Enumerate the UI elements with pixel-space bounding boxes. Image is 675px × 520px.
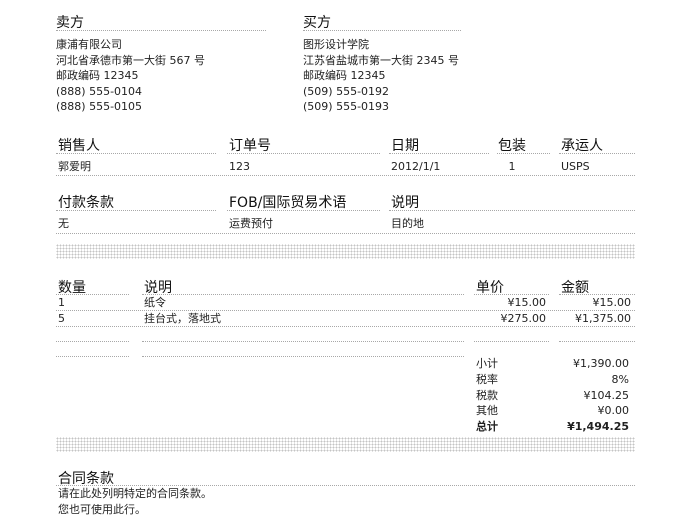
row-description: 挂台式，落地式 [144,312,221,325]
total-label: 总计 [476,420,498,433]
row-quantity: 1 [58,296,65,309]
fob-label: FOB/国际贸易术语 [229,195,347,211]
seller-line: 康浦有限公司 [56,38,122,51]
carrier-label: 承运人 [561,138,603,154]
divider [474,341,549,342]
buyer-divider [303,30,461,31]
divider [559,153,635,154]
separator-band [56,244,635,259]
contract-terms-line-2: 您也可使用此行。 [58,503,146,516]
seller-address: 康浦有限公司 河北省承德市第一大街 567 号 邮政编码 12345 (888)… [56,37,205,115]
divider [227,153,380,154]
divider [56,341,129,342]
row-unit-price: ¥275.00 [500,312,547,325]
date-label: 日期 [391,138,419,154]
row-unit-price: ¥15.00 [507,296,547,309]
notes-value: 目的地 [391,217,424,230]
divider [559,341,635,342]
row-amount: ¥15.00 [592,296,632,309]
table-row: 5 挂台式，落地式 ¥275.00 ¥1,375.00 [0,311,675,327]
seller-divider [56,30,266,31]
fob-value: 运费预付 [229,217,273,230]
notes-label: 说明 [391,195,419,211]
other-label: 其他 [476,404,498,417]
row-description: 纸令 [144,296,166,309]
order-number-value: 123 [229,160,250,173]
divider [389,210,635,211]
divider [56,153,216,154]
subtotal-label: 小计 [476,357,498,370]
payment-terms-value: 无 [58,217,69,230]
package-label: 包装 [498,138,526,154]
buyer-line: (509) 555-0193 [303,100,390,113]
seller-line: 邮政编码 12345 [56,69,139,82]
divider [142,356,464,357]
date-value: 2012/1/1 [391,160,441,173]
row-amount: ¥1,375.00 [575,312,631,325]
seller-line: (888) 555-0105 [56,100,143,113]
table-row: 1 纸令 ¥15.00 ¥15.00 [0,295,675,311]
divider [56,356,129,357]
payment-terms-label: 付款条款 [58,195,114,211]
divider [56,233,635,234]
seller-line: 河北省承德市第一大街 567 号 [56,53,205,67]
tax-value: ¥104.25 [583,389,630,402]
buyer-line: 邮政编码 12345 [303,69,386,82]
divider [389,153,489,154]
seller-heading: 卖方 [56,15,84,31]
other-value: ¥0.00 [597,404,630,417]
separator-band [56,437,635,452]
total-value: ¥1,494.25 [567,420,629,433]
divider [56,210,216,211]
contract-terms-line-1: 请在此处列明特定的合同条款。 [58,487,212,500]
buyer-address: 图形设计学院 江苏省盐城市第一大街 2345 号 邮政编码 12345 (509… [303,37,459,115]
divider [142,341,464,342]
subtotal-value: ¥1,390.00 [573,357,629,370]
buyer-line: 江苏省盐城市第一大街 2345 号 [303,53,459,67]
buyer-line: 图形设计学院 [303,38,369,51]
order-number-label: 订单号 [229,138,271,154]
tax-rate-value: 8% [611,373,629,386]
carrier-value: USPS [561,160,590,173]
salesperson-value: 郭爱明 [58,160,91,173]
buyer-heading: 买方 [303,15,331,31]
divider [56,175,635,176]
row-quantity: 5 [58,312,65,325]
divider [227,210,380,211]
package-value: 1 [508,160,516,173]
divider [56,326,635,327]
divider [497,153,550,154]
salesperson-label: 销售人 [58,138,100,154]
buyer-line: (509) 555-0192 [303,84,390,98]
tax-label: 税款 [476,389,498,402]
tax-rate-label: 税率 [476,373,498,386]
seller-line: (888) 555-0104 [56,84,143,98]
